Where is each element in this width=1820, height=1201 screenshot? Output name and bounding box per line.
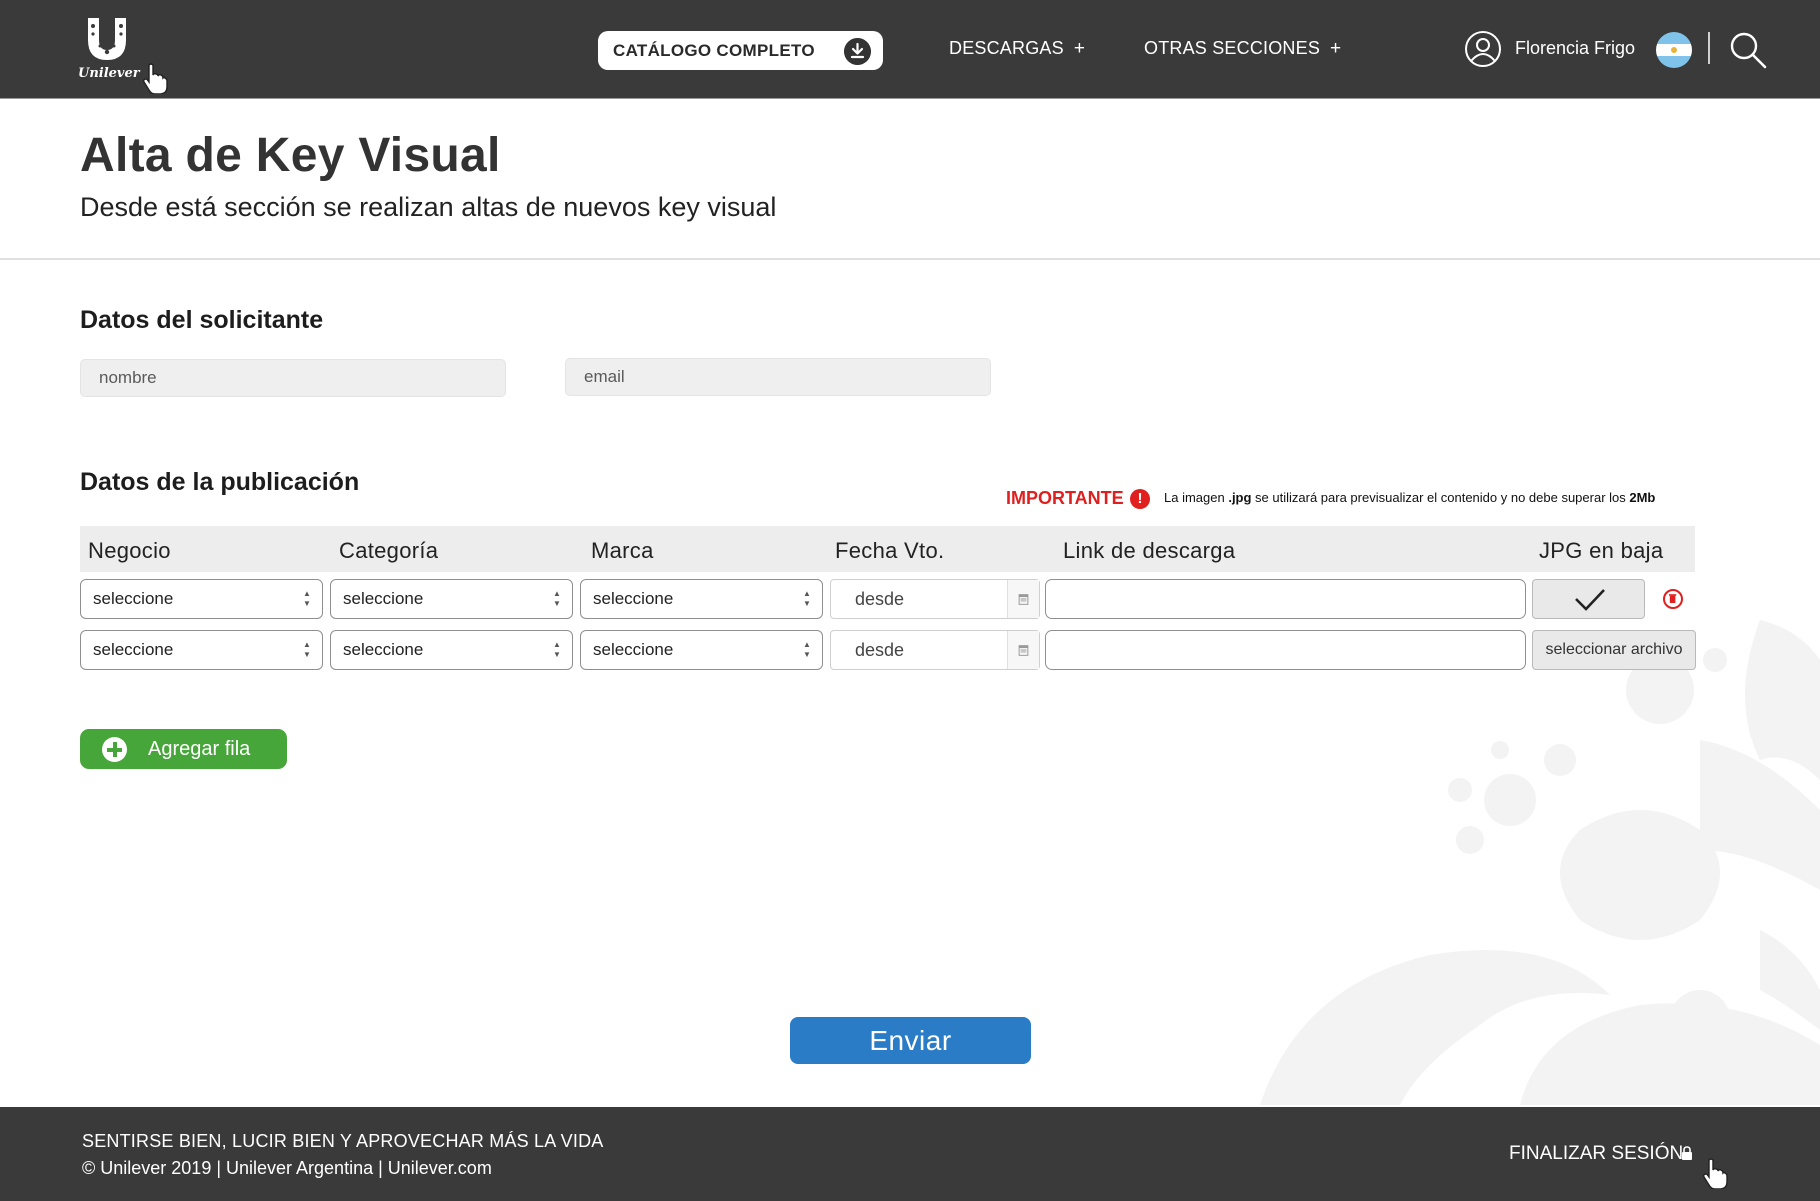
- negocio-select[interactable]: seleccione ▲ ▼: [80, 579, 323, 619]
- check-icon: [1575, 589, 1605, 611]
- catalog-button-label: CATÁLOGO COMPLETO: [613, 40, 815, 60]
- column-header-fecha: Fecha Vto.: [835, 538, 945, 563]
- select-arrows-icon: ▲ ▼: [803, 589, 811, 608]
- plus-circle-icon: [102, 737, 127, 762]
- select-value: seleccione: [343, 589, 424, 608]
- page-subtitle: Desde está sección se realizan altas de …: [80, 192, 777, 222]
- catalog-download-button[interactable]: CATÁLOGO COMPLETO: [598, 31, 883, 70]
- logout-link[interactable]: FINALIZAR SESIÓN: [1509, 1143, 1683, 1165]
- section-divider: [0, 258, 1820, 260]
- date-placeholder: desde: [855, 589, 905, 609]
- marca-select[interactable]: seleccione ▲ ▼: [580, 579, 823, 619]
- fecha-date-input[interactable]: desde: [830, 630, 1040, 670]
- select-arrows-icon: ▲ ▼: [553, 640, 561, 659]
- search-icon[interactable]: [1728, 30, 1768, 70]
- flag-sun: [1671, 47, 1677, 53]
- calendar-icon[interactable]: [1007, 631, 1039, 669]
- hand-cursor-icon: [1703, 1158, 1728, 1189]
- trash-icon[interactable]: [1663, 589, 1683, 609]
- note-mid: se utilizará para previsualizar el conte…: [1251, 490, 1630, 505]
- add-row-button[interactable]: Agregar fila: [80, 729, 287, 769]
- note-size: 2Mb: [1629, 490, 1656, 505]
- select-file-button[interactable]: seleccionar archivo: [1532, 630, 1696, 670]
- important-note: La imagen .jpg se utilizará para previsu…: [1164, 490, 1655, 505]
- select-arrows-icon: ▲ ▼: [553, 589, 561, 608]
- footer-copyright[interactable]: © Unilever 2019 | Unilever Argentina | U…: [82, 1158, 492, 1179]
- date-placeholder: desde: [855, 640, 905, 660]
- nav-descargas-label: DESCARGAS: [949, 38, 1064, 58]
- note-ext: .jpg: [1228, 490, 1252, 505]
- unilever-u-icon: [88, 18, 126, 60]
- table-header: Negocio Categoría Marca Fecha Vto. Link …: [80, 526, 1695, 572]
- column-header-categoria: Categoría: [339, 538, 439, 563]
- name-input[interactable]: [80, 359, 506, 397]
- column-header-link: Link de descarga: [1063, 538, 1236, 563]
- nav-descargas[interactable]: DESCARGAS +: [949, 38, 1085, 60]
- header-divider: [1708, 32, 1710, 64]
- user-name[interactable]: Florencia Frigo: [1515, 38, 1635, 59]
- select-value: seleccione: [93, 589, 174, 608]
- select-value: seleccione: [593, 640, 674, 659]
- brand-wordmark: Unilever: [78, 66, 140, 81]
- fecha-date-input[interactable]: desde: [830, 579, 1040, 619]
- calendar-icon[interactable]: [1007, 580, 1039, 618]
- hand-cursor-icon: [143, 63, 168, 94]
- select-arrows-icon: ▲ ▼: [303, 640, 311, 659]
- expand-plus-icon: +: [1330, 38, 1342, 59]
- column-header-jpg: JPG en baja: [1539, 538, 1664, 563]
- negocio-select[interactable]: seleccione ▲ ▼: [80, 630, 323, 670]
- column-header-marca: Marca: [591, 538, 654, 563]
- unilever-logo[interactable]: Unilever: [78, 16, 148, 86]
- argentina-flag-icon[interactable]: [1656, 32, 1692, 68]
- link-descarga-input[interactable]: [1045, 579, 1526, 619]
- decorative-floral-watermark: [1260, 620, 1820, 1105]
- section-title-solicitante: Datos del solicitante: [80, 306, 324, 334]
- categoria-select[interactable]: seleccione ▲ ▼: [330, 579, 573, 619]
- column-header-negocio: Negocio: [88, 538, 171, 563]
- select-value: seleccione: [93, 640, 174, 659]
- select-value: seleccione: [593, 589, 674, 608]
- jpg-uploaded-check-button[interactable]: [1532, 579, 1645, 619]
- page-title: Alta de Key Visual: [80, 129, 501, 182]
- expand-plus-icon: +: [1073, 38, 1086, 59]
- footer-tagline: SENTIRSE BIEN, LUCIR BIEN Y APROVECHAR M…: [82, 1131, 604, 1151]
- footer: SENTIRSE BIEN, LUCIR BIEN Y APROVECHAR M…: [0, 1107, 1820, 1201]
- nav-otras-label: OTRAS SECCIONES: [1144, 38, 1321, 58]
- user-icon[interactable]: [1464, 30, 1502, 68]
- categoria-select[interactable]: seleccione ▲ ▼: [330, 630, 573, 670]
- select-arrows-icon: ▲ ▼: [303, 589, 311, 608]
- important-label: IMPORTANTE: [1006, 488, 1124, 508]
- submit-button[interactable]: Enviar: [790, 1017, 1031, 1064]
- add-row-label: Agregar fila: [148, 738, 251, 760]
- section-title-publicacion: Datos de la publicación: [80, 468, 360, 496]
- download-icon: [844, 38, 871, 65]
- select-value: seleccione: [343, 640, 424, 659]
- link-descarga-input[interactable]: [1045, 630, 1526, 670]
- select-arrows-icon: ▲ ▼: [803, 640, 811, 659]
- email-input[interactable]: [565, 358, 991, 396]
- note-prefix: La imagen: [1164, 490, 1229, 505]
- nav-otras-secciones[interactable]: OTRAS SECCIONES +: [1144, 38, 1341, 60]
- top-navigation-bar: Unilever CATÁLOGO COMPLETO DESCARGAS + OT…: [0, 0, 1820, 99]
- marca-select[interactable]: seleccione ▲ ▼: [580, 630, 823, 670]
- lock-icon: [1682, 1146, 1692, 1160]
- alert-icon: !: [1130, 489, 1150, 509]
